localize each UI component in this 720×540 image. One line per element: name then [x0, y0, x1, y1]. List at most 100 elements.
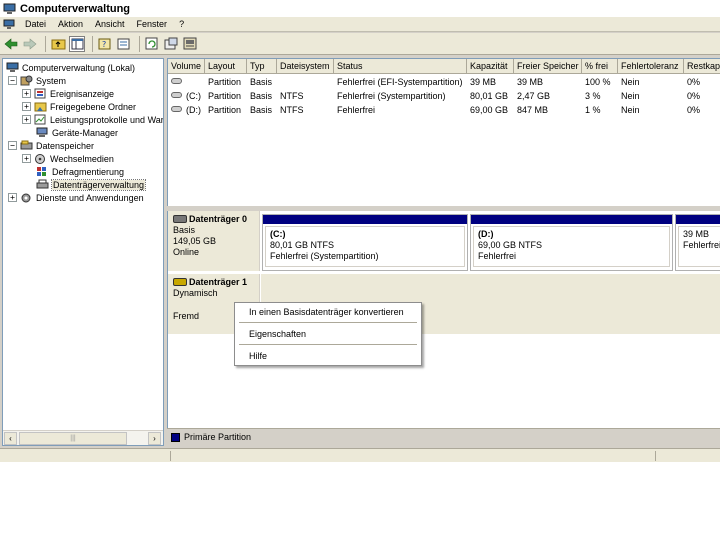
defrag-icon	[36, 166, 49, 177]
layout-cell: Partition	[208, 77, 242, 87]
back-arrow-icon[interactable]	[3, 36, 19, 52]
tree-item-dienste[interactable]: + Dienste und Anwendungen	[8, 191, 144, 204]
restkapazitaet-cell: 0%	[687, 91, 701, 101]
expand-toggle[interactable]: +	[22, 102, 31, 111]
properties-icon[interactable]	[116, 36, 132, 52]
column-header-prozent-frei[interactable]: % frei	[582, 59, 618, 74]
disk-0-state: Online	[173, 247, 200, 257]
prozent-frei-cell: 100 %	[585, 77, 611, 87]
tree-item-root[interactable]: Computerverwaltung (Lokal)	[6, 61, 135, 74]
scroll-thumb[interactable]: |||	[19, 432, 127, 445]
typ-cell: Basis	[250, 105, 273, 115]
partition-d[interactable]: (D:) 69,00 GB NTFS Fehlerfrei	[470, 214, 673, 271]
freier-speicher-cell: 39 MB	[517, 77, 544, 87]
menu-datei[interactable]: Datei	[19, 19, 52, 29]
scroll-left-icon[interactable]: ‹	[4, 432, 17, 445]
tree-item-leistungsprotokolle[interactable]: + Leistungsprotokolle und War	[22, 113, 164, 126]
partition-d-size: 69,00 GB NTFS	[478, 240, 543, 250]
partition-d-body: (D:) 69,00 GB NTFS Fehlerfrei	[473, 226, 670, 267]
prozent-frei-cell: 1 %	[585, 105, 601, 115]
status-cell: Fehlerfrei	[337, 105, 376, 115]
layout-cell: Partition	[208, 91, 242, 101]
toolbar-separator	[139, 35, 140, 52]
disk-0-name: Datenträger 0	[189, 214, 248, 224]
help-icon[interactable]: ?	[97, 36, 113, 52]
partition-efi[interactable]: 39 MB Fehlerfrei (	[675, 214, 720, 271]
menu-item-properties[interactable]: Eigenschaften	[249, 329, 306, 339]
column-header-freier-speicher[interactable]: Freier Speicher	[514, 59, 582, 74]
tree-item-label: Computerverwaltung (Lokal)	[22, 62, 136, 73]
system-tools-icon	[20, 75, 33, 86]
tree-item-ereignisanzeige[interactable]: + Ereignisanzeige	[22, 87, 114, 100]
tree-item-freigegebene-ordner[interactable]: + Freigegebene Ordner	[22, 100, 136, 113]
tree-item-label: Wechselmedien	[50, 153, 114, 164]
table-row[interactable]: (D:) Partition Basis NTFS Fehlerfrei 69,…	[168, 103, 720, 117]
partition-c-status: Fehlerfrei (Systempartition)	[270, 251, 379, 261]
tree-horizontal-scrollbar[interactable]: ‹ ||| ›	[3, 430, 163, 445]
fehlertoleranz-cell: Nein	[621, 105, 640, 115]
expand-toggle[interactable]: +	[22, 154, 31, 163]
tree-item-defragmentierung[interactable]: Defragmentierung	[36, 165, 124, 178]
dateisystem-cell: NTFS	[280, 91, 304, 101]
tree-item-label: Freigegebene Ordner	[50, 101, 137, 112]
forward-arrow-icon[interactable]	[22, 36, 38, 52]
refresh-icon[interactable]	[144, 36, 160, 52]
collapse-toggle[interactable]: −	[8, 76, 17, 85]
partition-efi-body: 39 MB Fehlerfrei (	[678, 226, 720, 267]
export-icon[interactable]	[163, 36, 179, 52]
status-divider	[170, 451, 171, 461]
kapazitaet-cell: 39 MB	[470, 77, 497, 87]
column-header-typ[interactable]: Typ	[247, 59, 277, 74]
menu-aktion[interactable]: Aktion	[52, 19, 89, 29]
title-bar[interactable]: Computerverwaltung	[0, 0, 720, 17]
disk-0-label[interactable]: Datenträger 0 Basis 149,05 GB Online	[168, 211, 260, 271]
computer-management-icon	[6, 62, 19, 73]
column-header-volume[interactable]: Volume	[168, 59, 205, 74]
column-header-restkapazitaet[interactable]: Restkap	[684, 59, 720, 74]
disk-1-name: Datenträger 1	[189, 277, 248, 287]
tree-item-system[interactable]: − System	[8, 74, 66, 87]
dateisystem-cell: NTFS	[280, 105, 304, 115]
primary-partition-bar	[676, 215, 720, 224]
status-bar	[0, 448, 720, 462]
menu-item-convert-to-basic[interactable]: In einen Basisdatenträger konvertieren	[249, 307, 404, 317]
console-icon[interactable]	[182, 36, 198, 52]
scroll-right-icon[interactable]: ›	[148, 432, 161, 445]
volume-list: Volume Layout Typ Dateisystem Status Kap…	[167, 58, 720, 206]
column-header-kapazitaet[interactable]: Kapazität	[467, 59, 514, 74]
tree-item-geraete-manager[interactable]: Geräte-Manager	[36, 126, 118, 139]
menu-fenster[interactable]: Fenster	[131, 19, 174, 29]
up-folder-icon[interactable]	[50, 36, 66, 52]
column-header-layout[interactable]: Layout	[205, 59, 247, 74]
menu-help[interactable]: ?	[173, 19, 190, 29]
tree-item-wechselmedien[interactable]: + Wechselmedien	[22, 152, 114, 165]
prozent-frei-cell: 3 %	[585, 91, 601, 101]
freier-speicher-cell: 2,47 GB	[517, 91, 551, 101]
menu-ansicht[interactable]: Ansicht	[89, 19, 131, 29]
column-header-dateisystem[interactable]: Dateisystem	[277, 59, 334, 74]
toolbar-separator	[92, 35, 93, 52]
tree-item-label: Datenträgerverwaltung	[50, 178, 147, 191]
menu-item-help[interactable]: Hilfe	[249, 351, 267, 361]
expand-toggle[interactable]: +	[22, 115, 31, 124]
tree-item-label: Leistungsprotokolle und War	[50, 114, 164, 125]
expand-toggle[interactable]: +	[8, 193, 17, 202]
column-header-status[interactable]: Status	[334, 59, 467, 74]
collapse-toggle[interactable]: −	[8, 141, 17, 150]
legend-primary-label: Primäre Partition	[184, 432, 252, 442]
console-tree: Computerverwaltung (Lokal) − System + Er…	[2, 58, 164, 446]
expand-toggle[interactable]: +	[22, 89, 31, 98]
typ-cell: Basis	[250, 77, 273, 87]
column-header-fehlertoleranz[interactable]: Fehlertoleranz	[618, 59, 684, 74]
tree-item-label: Ereignisanzeige	[50, 88, 115, 99]
disk-0-type: Basis	[173, 225, 196, 235]
table-row[interactable]: (C:) Partition Basis NTFS Fehlerfrei (Sy…	[168, 89, 720, 103]
primary-partition-bar	[471, 215, 672, 224]
show-tree-icon[interactable]	[69, 35, 85, 52]
tree-item-datentraegerverwaltung[interactable]: Datenträgerverwaltung	[36, 178, 147, 191]
system-menu-icon[interactable]	[3, 19, 15, 30]
tree-item-datenspeicher[interactable]: − Datenspeicher	[8, 139, 94, 152]
status-cell: Fehlerfrei (EFI-Systempartition)	[337, 77, 463, 87]
partition-c[interactable]: (C:) 80,01 GB NTFS Fehlerfrei (Systempar…	[262, 214, 468, 271]
table-row[interactable]: Partition Basis Fehlerfrei (EFI-Systempa…	[168, 75, 720, 89]
